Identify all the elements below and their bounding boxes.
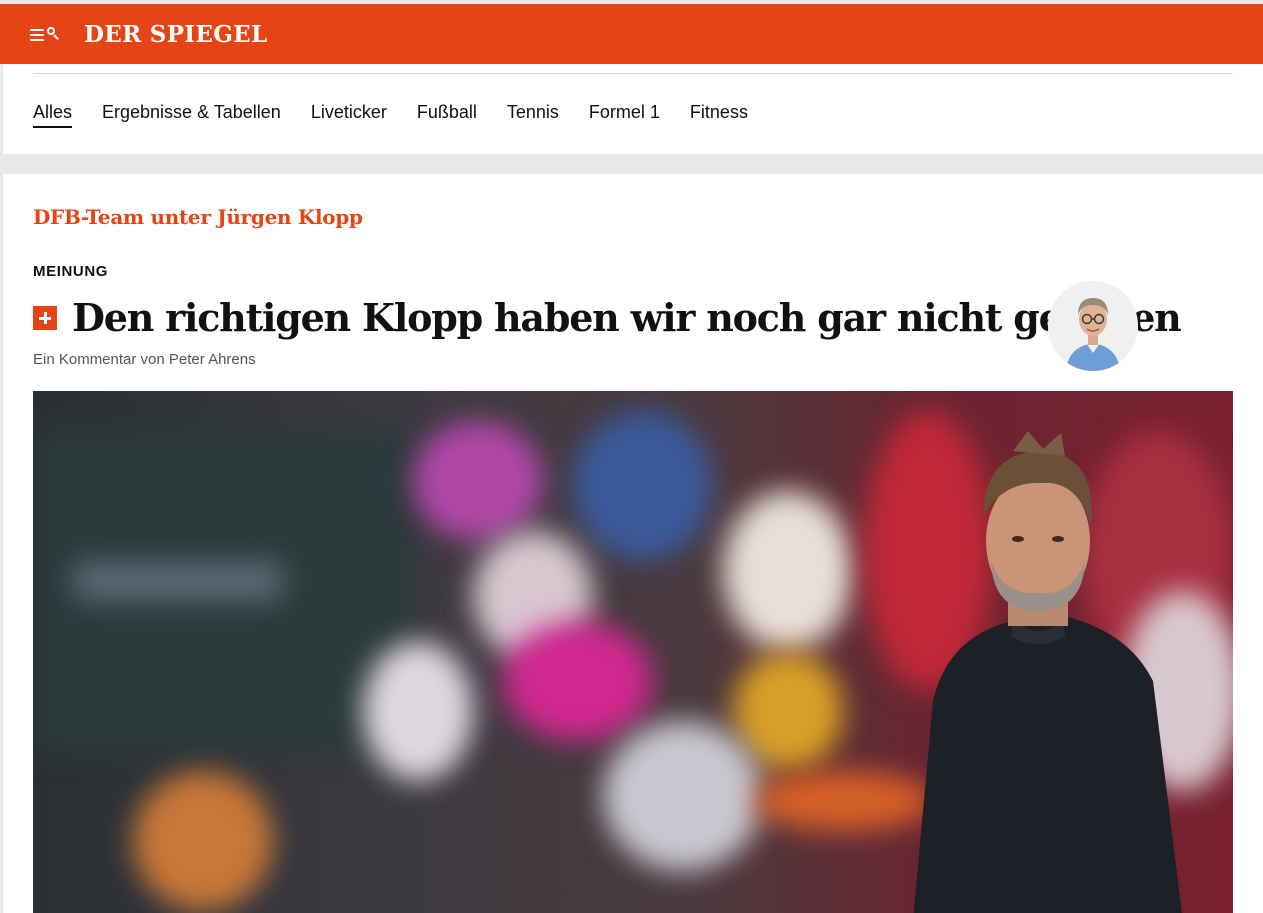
author-avatar [1048, 281, 1138, 371]
nav-item-alles[interactable]: Alles [33, 102, 73, 128]
spiegel-plus-icon [33, 306, 57, 330]
section-nav: Alles Ergebnisse & Tabellen Liveticker F… [3, 64, 1263, 154]
divider [33, 73, 1233, 74]
nav-item-tennis[interactable]: Tennis [507, 102, 559, 128]
article-headline[interactable]: Den richtigen Klopp haben wir noch gar n… [72, 295, 1182, 340]
nav-item-fitness[interactable]: Fitness [690, 102, 748, 128]
opinion-label: MEINUNG [33, 263, 109, 280]
menu-search-icon[interactable] [30, 26, 62, 44]
site-logo[interactable]: DER SPIEGEL [84, 21, 267, 48]
article-byline: Ein Kommentar von Peter Ahrens [33, 351, 256, 368]
site-header: DER SPIEGEL [0, 4, 1263, 64]
article-kicker[interactable]: DFB-Team unter Jürgen Klopp [33, 205, 363, 229]
nav-item-ergebnisse-tabellen[interactable]: Ergebnisse & Tabellen [102, 102, 281, 128]
article-teaser: DFB-Team unter Jürgen Klopp MEINUNG Den … [3, 174, 1263, 913]
nav-item-formel-1[interactable]: Formel 1 [589, 102, 660, 128]
nav-item-fussball[interactable]: Fußball [417, 102, 477, 128]
hero-image[interactable] [33, 391, 1233, 913]
nav-item-liveticker[interactable]: Liveticker [311, 102, 387, 128]
nav-list: Alles Ergebnisse & Tabellen Liveticker F… [33, 102, 778, 128]
